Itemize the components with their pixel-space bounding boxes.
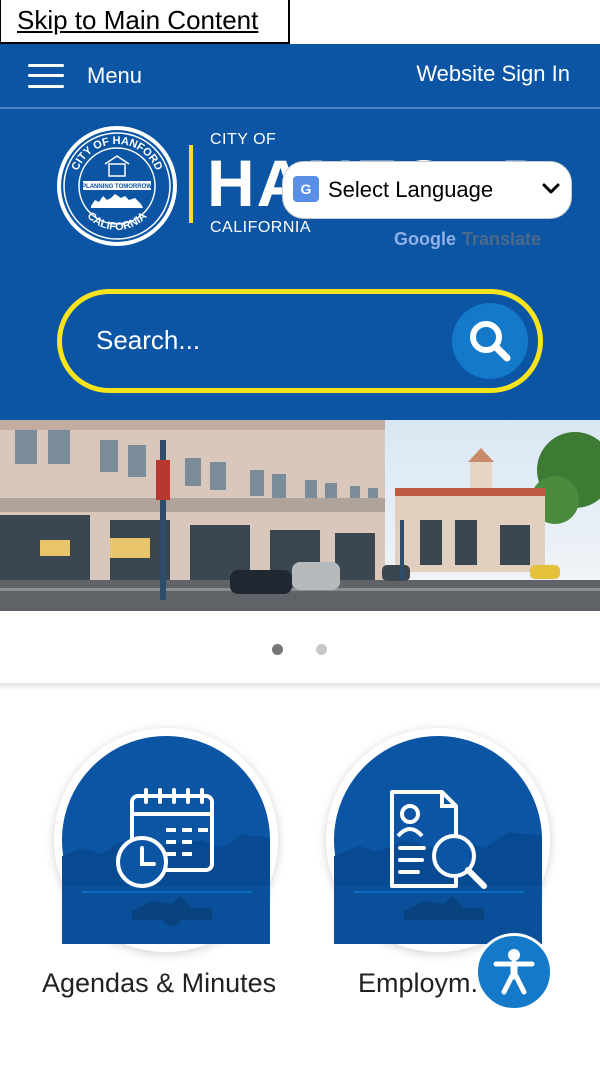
search-input[interactable] — [96, 320, 416, 360]
quick-link-circle — [326, 728, 550, 952]
chevron-down-icon — [542, 183, 560, 194]
skip-to-main-content-link[interactable]: Skip to Main Content — [0, 0, 290, 44]
hero-carousel-image[interactable] — [0, 420, 600, 611]
downtown-street-photo — [0, 420, 600, 611]
powered-by-google-translate[interactable]: Google Translate — [394, 229, 541, 250]
search-box — [57, 289, 543, 393]
menu-button[interactable]: Menu — [28, 58, 142, 94]
top-bar: Menu Website Sign In — [0, 44, 600, 107]
accessibility-icon — [493, 949, 535, 995]
carousel-dot-2[interactable] — [316, 644, 327, 655]
site-header: CITY OF HANFORD CALIFORNIA PLANNING TOMO… — [0, 107, 600, 420]
section-divider — [0, 683, 600, 691]
quick-link-label: Employm... — [358, 968, 494, 998]
svg-text:PLANNING TOMORROW: PLANNING TOMORROW — [82, 184, 152, 190]
state-label: CALIFORNIA — [210, 219, 312, 236]
quick-link-label: Agendas & Minutes — [42, 968, 277, 998]
carousel-pagination — [0, 611, 600, 683]
quick-link-employment[interactable]: Employm... — [326, 728, 550, 998]
quick-link-circle — [54, 728, 278, 952]
quick-link-agendas-minutes[interactable]: Agendas & Minutes — [42, 728, 278, 998]
city-seal-logo[interactable]: CITY OF HANFORD CALIFORNIA PLANNING TOMO… — [55, 124, 179, 248]
search-icon — [470, 321, 511, 362]
search-button[interactable] — [452, 303, 528, 379]
google-brand: Google — [394, 229, 456, 249]
hamburger-icon — [28, 63, 64, 89]
google-translate-icon: G — [293, 176, 327, 206]
calendar-clock-icon — [62, 736, 270, 944]
menu-label: Menu — [87, 63, 143, 88]
website-sign-in-link[interactable]: Website Sign In — [416, 61, 570, 87]
translate-label: Translate — [462, 229, 542, 249]
accessibility-button[interactable] — [475, 933, 553, 1011]
language-select[interactable]: G Select Language — [282, 161, 572, 219]
job-search-icon — [334, 736, 542, 944]
carousel-dot-1[interactable] — [272, 644, 283, 655]
language-select-value: Select Language — [328, 177, 494, 202]
logo-divider — [189, 145, 193, 223]
